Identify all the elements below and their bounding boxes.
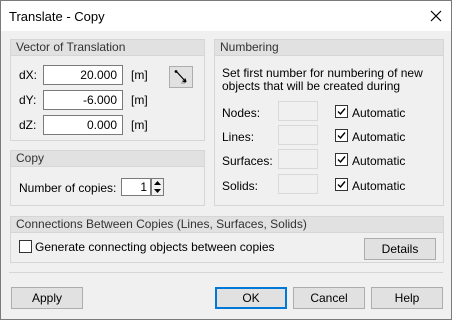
generate-connections-checkbox[interactable] <box>19 240 32 253</box>
copy-group-header: Copy <box>11 151 204 167</box>
dz-unit: [m] <box>131 118 148 132</box>
numbering-group-header: Numbering <box>215 40 443 56</box>
connections-group: Connections Between Copies (Lines, Surfa… <box>10 216 444 263</box>
close-button[interactable] <box>421 1 451 31</box>
solids-automatic-checkbox[interactable] <box>335 178 348 191</box>
close-icon <box>430 10 442 22</box>
dx-label: dX: <box>19 68 38 82</box>
surfaces-automatic-label: Automatic <box>352 154 406 168</box>
ok-button[interactable]: OK <box>215 287 287 309</box>
dx-input[interactable]: 20.000 <box>43 65 123 85</box>
solids-automatic-label: Automatic <box>352 179 406 193</box>
solids-label: Solids: <box>222 179 259 193</box>
surfaces-automatic-checkbox[interactable] <box>335 153 348 166</box>
numbering-description: Set first number for numbering of new ob… <box>222 66 423 93</box>
nodes-label: Nodes: <box>222 106 261 120</box>
stepper-down-button[interactable] <box>152 187 163 195</box>
copies-input[interactable]: 1 <box>121 178 151 196</box>
details-button[interactable]: Details <box>364 238 436 260</box>
pick-vector-icon <box>174 70 187 84</box>
title-bar: Translate - Copy <box>1 1 451 31</box>
lines-automatic-checkbox[interactable] <box>335 129 348 142</box>
pick-vector-button[interactable] <box>169 66 193 88</box>
surfaces-label: Surfaces: <box>222 154 273 168</box>
lines-automatic-label: Automatic <box>352 130 406 144</box>
dy-input[interactable]: -6.000 <box>43 90 123 110</box>
chevron-down-icon <box>154 189 161 193</box>
nodes-automatic-checkbox[interactable] <box>335 105 348 118</box>
dialog-window: Translate - Copy Vector of Translation d… <box>0 0 452 320</box>
help-button[interactable]: Help <box>371 287 443 309</box>
lines-number-input <box>278 125 318 145</box>
surfaces-number-input <box>278 149 318 169</box>
connections-group-header: Connections Between Copies (Lines, Surfa… <box>11 217 443 233</box>
dx-unit: [m] <box>131 68 148 82</box>
solids-number-input <box>278 174 318 194</box>
nodes-automatic-label: Automatic <box>352 106 406 120</box>
check-icon <box>337 108 346 116</box>
copies-stepper[interactable] <box>151 178 164 196</box>
chevron-up-icon <box>154 181 161 185</box>
window-title: Translate - Copy <box>9 9 105 24</box>
check-icon <box>337 132 346 140</box>
stepper-up-button[interactable] <box>152 179 163 187</box>
dz-label: dZ: <box>19 118 37 132</box>
vector-group-header: Vector of Translation <box>11 40 204 56</box>
lines-label: Lines: <box>222 130 255 144</box>
copies-label: Number of copies: <box>19 181 117 195</box>
dy-unit: [m] <box>131 93 148 107</box>
nodes-number-input <box>278 101 318 121</box>
check-icon <box>337 181 346 189</box>
check-icon <box>337 156 346 164</box>
vector-group: Vector of Translation dX: 20.000 [m] dY:… <box>10 39 205 141</box>
apply-button[interactable]: Apply <box>11 287 83 309</box>
generate-connections-label: Generate connecting objects between copi… <box>35 240 275 254</box>
dy-label: dY: <box>19 93 37 107</box>
dz-input[interactable]: 0.000 <box>43 115 123 135</box>
copy-group: Copy Number of copies: 1 <box>10 150 205 206</box>
cancel-button[interactable]: Cancel <box>293 287 365 309</box>
footer-divider <box>9 272 443 273</box>
numbering-group: Numbering Set first number for numbering… <box>214 39 444 206</box>
